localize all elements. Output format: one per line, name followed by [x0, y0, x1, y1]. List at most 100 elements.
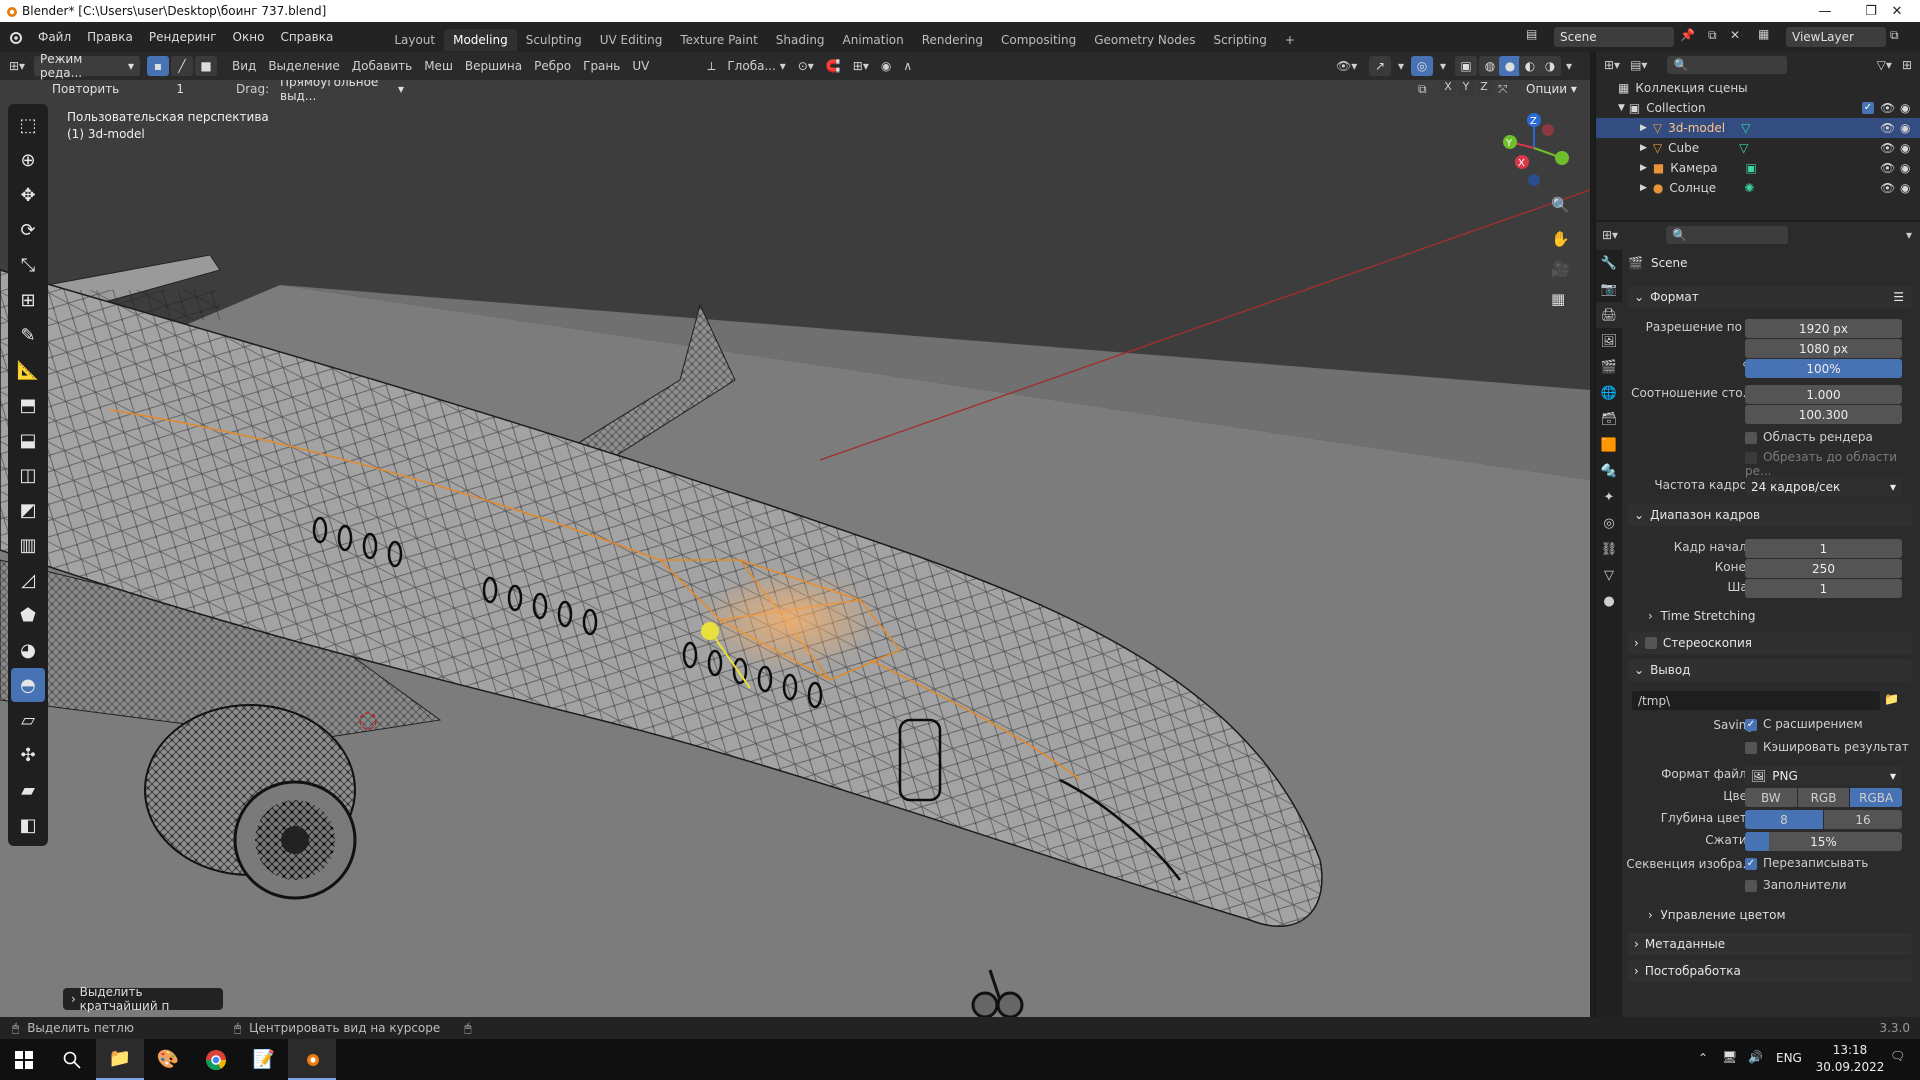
rip-icon[interactable]: ◧ [11, 808, 45, 842]
move-icon[interactable]: ✥ [11, 178, 45, 212]
menu-edit[interactable]: Правка [79, 22, 141, 52]
camera-icon[interactable]: ◉ [1900, 121, 1910, 135]
aspect-x-field[interactable]: 1.000 [1745, 385, 1902, 404]
3d-viewport[interactable]: Повторить 1 Drag: Прямоугольное выд... ▾… [0, 80, 1590, 1017]
auto-merge-icon[interactable]: ⤧ [1498, 82, 1508, 97]
outliner-item-3d-model[interactable]: ▶ ▽ 3d-model ▽ 👁 ◉ [1596, 118, 1920, 138]
color-management-subpanel[interactable]: › Управление цветом [1648, 908, 1786, 922]
outliner-item-sun[interactable]: ▶ ● Солнце ✺ 👁 ◉ [1596, 178, 1920, 198]
time-stretching-subpanel[interactable]: › Time Stretching [1648, 609, 1755, 623]
fps-dropdown[interactable]: 24 кадров/сек ▾ [1745, 477, 1902, 496]
clock-time[interactable]: 13:18 [1822, 1043, 1878, 1057]
format-panel-header[interactable]: ⌄ Формат ☰ [1628, 286, 1912, 308]
frame-end-field[interactable]: 250 [1745, 559, 1902, 578]
transform-orientation-dropdown[interactable]: Глоба... ▾ [721, 56, 791, 76]
frame-start-field[interactable]: 1 [1745, 539, 1902, 558]
menu-render[interactable]: Рендеринг [141, 22, 225, 52]
render-tab-icon[interactable]: 📷 [1596, 276, 1622, 302]
new-collection-icon[interactable]: ⊞ [1902, 58, 1912, 72]
search-icon[interactable] [48, 1039, 96, 1080]
tab-uv-editing[interactable]: UV Editing [591, 29, 672, 51]
scale-icon[interactable]: ⤡ [11, 248, 45, 282]
tab-animation[interactable]: Animation [834, 29, 913, 51]
windows-start-icon[interactable] [0, 1039, 48, 1080]
scene-tab-icon[interactable]: 🎬 [1596, 354, 1622, 380]
physics-tab-icon[interactable]: ◎ [1596, 510, 1622, 536]
properties-editor-icon[interactable]: ⊞▾ [1602, 228, 1618, 242]
annotate-icon[interactable]: ✎ [11, 318, 45, 352]
filter-icon[interactable]: ▽▾ [1877, 58, 1892, 72]
overlay-dropdown-icon[interactable]: ▾ [1434, 56, 1452, 76]
file-explorer-icon[interactable]: 📁 [96, 1039, 144, 1080]
last-operation-panel[interactable]: › Выделить кратчайший п [63, 985, 223, 1013]
options-dropdown[interactable]: Опции ▾ [1520, 80, 1580, 98]
aspect-y-field[interactable]: 100.300 [1745, 405, 1902, 424]
camera-view-icon[interactable]: 🎥 [1551, 260, 1570, 278]
outliner-editor-icon[interactable]: ⊞▾ [1604, 58, 1620, 72]
menu-file[interactable]: Файл [30, 22, 79, 52]
expand-arrow-icon[interactable]: ▶ [1640, 183, 1647, 193]
metadata-panel-header[interactable]: › Метаданные [1628, 933, 1912, 955]
scene-selector[interactable]: Scene [1554, 27, 1674, 47]
camera-icon[interactable]: ◉ [1900, 181, 1910, 195]
transform-icon[interactable]: ⊞ [11, 283, 45, 317]
color-rgb-button[interactable]: RGB [1797, 788, 1850, 807]
expand-arrow-icon[interactable]: ▶ [1640, 163, 1647, 173]
inset-icon[interactable]: ◫ [11, 458, 45, 492]
tab-texture-paint[interactable]: Texture Paint [671, 29, 766, 51]
postprocessing-panel-header[interactable]: › Постобработка [1628, 960, 1912, 982]
eye-icon[interactable]: 👁 [1880, 101, 1895, 115]
frame-range-panel-header[interactable]: ⌄ Диапазон кадров [1628, 504, 1912, 526]
visibility-icon[interactable]: 👁▾ [1330, 56, 1363, 76]
view-layer-tab-icon[interactable]: 🖼 [1596, 328, 1622, 354]
blender-menu-icon[interactable] [0, 29, 30, 45]
bevel-icon[interactable]: ◩ [11, 493, 45, 527]
file-format-dropdown[interactable]: 🖼 PNG ▾ [1745, 766, 1902, 785]
folder-icon[interactable]: 📁 [1884, 692, 1899, 706]
modifier-tab-icon[interactable]: 🔩 [1596, 458, 1622, 484]
expand-arrow-icon[interactable]: ▶ [1640, 123, 1647, 133]
eye-icon[interactable]: 👁 [1880, 161, 1895, 175]
eye-icon[interactable]: 👁 [1880, 121, 1895, 135]
zoom-icon[interactable]: 🔍 [1551, 196, 1570, 214]
outliner-search-input[interactable]: 🔍 [1667, 56, 1788, 74]
snap-target-icon[interactable]: ⊞▾ [847, 56, 875, 76]
network-icon[interactable]: 🖥 [1722, 1050, 1737, 1064]
tab-geometry-nodes[interactable]: Geometry Nodes [1085, 29, 1204, 51]
data-tab-icon[interactable]: ▽ [1596, 562, 1622, 588]
new-scene-icon[interactable]: ⧉ [1708, 28, 1717, 43]
pin-icon[interactable]: 📌 [1680, 28, 1695, 42]
cache-result-checkbox[interactable]: Кэшировать результат [1745, 740, 1909, 754]
collection-tab-icon[interactable]: 🗃 [1596, 406, 1622, 432]
shading-material-icon[interactable]: ◐ [1519, 56, 1541, 76]
color-bw-button[interactable]: BW [1745, 788, 1797, 807]
mirror-icon[interactable]: ⧉ [1418, 82, 1427, 97]
expand-arrow-icon[interactable]: ▶ [1640, 143, 1647, 153]
collapse-arrow-icon[interactable]: ▼ [1618, 103, 1625, 113]
notepad-icon[interactable]: 📝 [240, 1039, 288, 1080]
paint-app-icon[interactable]: 🎨 [144, 1039, 192, 1080]
shear-icon[interactable]: ▰ [11, 773, 45, 807]
res-x-field[interactable]: 1920 px [1745, 319, 1902, 338]
tab-scripting[interactable]: Scripting [1204, 29, 1275, 51]
edge-select-icon[interactable]: ╱ [171, 56, 193, 76]
spin-icon[interactable]: ◕ [11, 633, 45, 667]
properties-search-input[interactable]: 🔍 [1666, 226, 1789, 244]
stereoscopy-checkbox[interactable] [1644, 637, 1657, 649]
menu-vertex[interactable]: Вершина [459, 56, 528, 76]
view-layer-selector[interactable]: ViewLayer [1786, 27, 1886, 47]
menu-window[interactable]: Окно [225, 22, 273, 52]
measure-icon[interactable]: 📐 [11, 353, 45, 387]
close-button[interactable]: ✕ [1874, 0, 1920, 22]
ortho-grid-icon[interactable]: ▦ [1551, 290, 1565, 308]
chevron-down-icon[interactable]: ▾ [1906, 228, 1912, 242]
drag-mode-dropdown[interactable]: Прямоугольное выд... ▾ [274, 80, 410, 103]
pivot-point-icon[interactable]: ⊙▾ [792, 56, 820, 76]
menu-uv[interactable]: UV [626, 56, 655, 76]
tab-sculpting[interactable]: Sculpting [517, 29, 591, 51]
menu-edge[interactable]: Ребро [528, 56, 577, 76]
depth-16-button[interactable]: 16 [1824, 810, 1902, 829]
falloff-icon[interactable]: ∧ [897, 56, 918, 76]
menu-select[interactable]: Выделение [262, 56, 345, 76]
clock-date[interactable]: 30.09.2022 [1812, 1060, 1888, 1074]
